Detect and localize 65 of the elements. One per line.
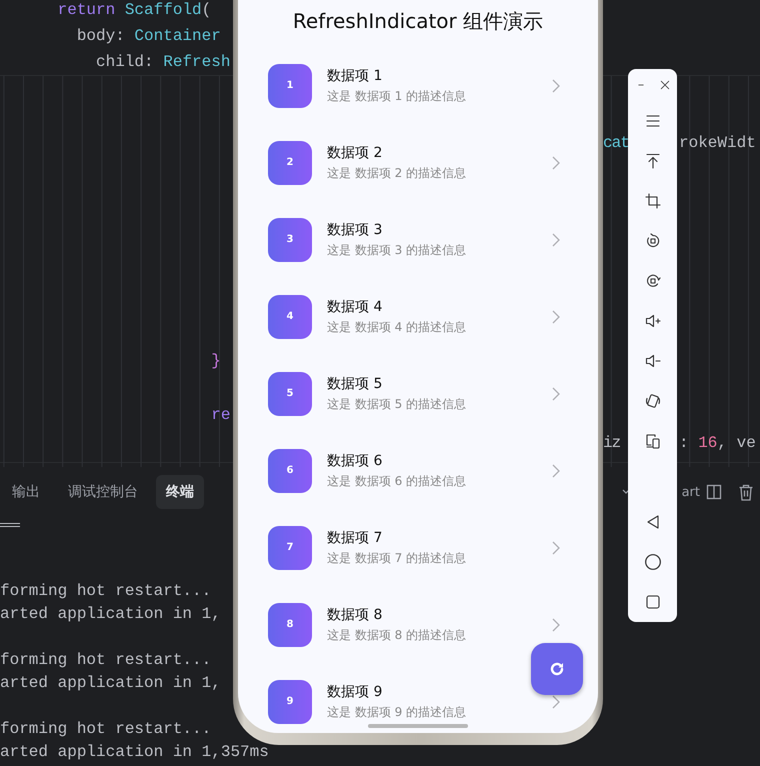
item-avatar: 8: [268, 602, 312, 646]
item-title: 数据项 5: [327, 374, 384, 392]
devices-icon[interactable]: [644, 433, 660, 449]
home-icon[interactable]: [644, 553, 662, 571]
item-description: 这是 数据项 6 的描述信息: [327, 472, 468, 490]
item-avatar: 2: [268, 140, 312, 184]
item-title: 数据项 9: [327, 682, 384, 700]
item-title: 数据项 7: [327, 528, 384, 546]
code-text: return Scaffold(: [56, 0, 212, 21]
item-description: 这是 数据项 1 的描述信息: [327, 88, 468, 104]
rotate-left-icon[interactable]: [644, 233, 660, 249]
volume-up-icon[interactable]: [644, 313, 660, 329]
item-description: 这是 数据项 9 的描述信息: [327, 704, 468, 720]
action-label[interactable]: art: [682, 484, 700, 500]
item-title: 数据项 8: [327, 606, 384, 624]
menu-icon[interactable]: [644, 113, 660, 129]
refresh-icon: [548, 660, 566, 678]
item-title: 数据项 4: [327, 298, 384, 316]
item-avatar: 7: [268, 526, 312, 570]
app-title: RefreshIndicator 组件演示: [292, 9, 544, 33]
terminal-line: arted application in 1,357ms: [0, 742, 269, 763]
item-description: 这是 数据项 7 的描述信息: [327, 550, 468, 566]
item-description: 这是 数据项 3 的描述信息: [327, 242, 468, 258]
code-text: re: [210, 405, 232, 426]
item-avatar: 4: [268, 294, 312, 338]
item-title: 数据项 3: [327, 220, 384, 238]
panel-tab[interactable]: 调试控制台: [58, 475, 148, 509]
panel-tab[interactable]: 输出: [2, 475, 50, 509]
item-title: 数据项 1: [327, 66, 384, 84]
code-text: rokeWidt: [678, 133, 757, 154]
refresh-button[interactable]: [531, 643, 583, 695]
item-description: 这是 数据项 2 的描述信息: [327, 164, 468, 182]
code-text: }: [210, 350, 222, 372]
item-avatar: 1: [268, 64, 312, 108]
split-icon[interactable]: [706, 484, 722, 500]
back-icon[interactable]: [644, 514, 660, 530]
panel-tab[interactable]: 终端: [156, 475, 204, 509]
item-avatar: 3: [268, 218, 312, 262]
item-description: 这是 数据项 4 的描述信息: [327, 318, 468, 336]
terminal-line: forming hot restart...: [0, 650, 212, 671]
item-avatar: 5: [268, 372, 312, 416]
code-text: body: Container: [76, 26, 222, 47]
arrow-to-top-icon[interactable]: [644, 153, 660, 169]
item-title: 数据项 2: [327, 144, 384, 162]
terminal-line: arted application in 1,: [0, 604, 221, 625]
terminal-line: arted application in 1,: [0, 673, 221, 694]
close-icon[interactable]: [658, 79, 670, 91]
item-description: 这是 数据项 5 的描述信息: [327, 396, 468, 412]
rotate-right-icon[interactable]: [644, 273, 660, 289]
code-text: : 16, ve: [678, 432, 757, 454]
trash-icon[interactable]: [738, 484, 754, 500]
crop-icon[interactable]: [644, 193, 660, 209]
item-description: 这是 数据项 8 的描述信息: [327, 626, 468, 644]
chevron-icon[interactable]: [552, 694, 560, 708]
code-text: cat: [603, 133, 628, 154]
device-rotate-icon[interactable]: [644, 393, 660, 409]
terminal-line: forming hot restart...: [0, 581, 212, 602]
volume-down-icon[interactable]: [644, 353, 660, 369]
item-avatar: 9: [268, 680, 312, 724]
item-title: 数据项 6: [327, 452, 384, 470]
item-avatar: 6: [268, 448, 312, 492]
overview-icon[interactable]: [644, 594, 660, 610]
code-text: iz: [603, 432, 622, 454]
code-text: child: Refresh: [95, 52, 232, 73]
terminal-line: forming hot restart...: [0, 719, 212, 740]
